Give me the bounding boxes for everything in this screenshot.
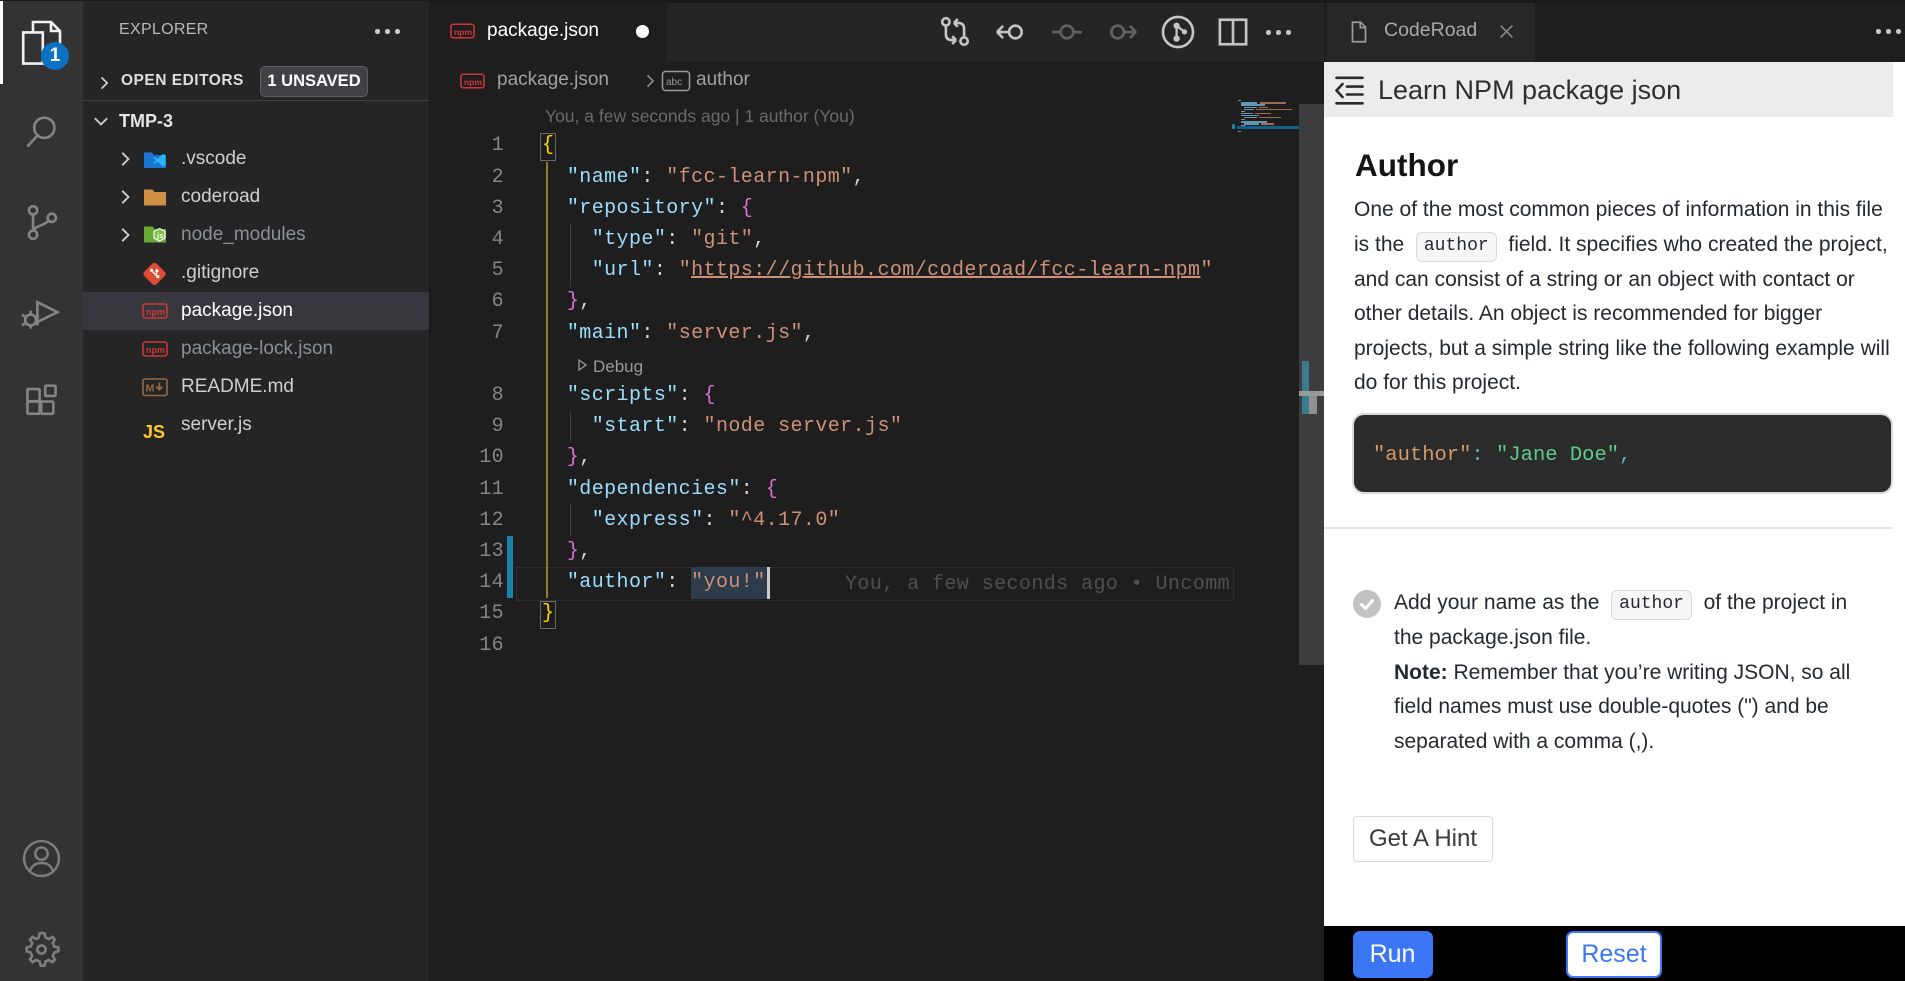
- svg-text:abc: abc: [666, 77, 682, 88]
- svg-text:npm: npm: [464, 77, 483, 87]
- svg-text:js: js: [156, 231, 163, 240]
- svg-text:npm: npm: [454, 27, 473, 37]
- svg-text:npm: npm: [146, 345, 165, 355]
- svg-text:npm: npm: [146, 307, 165, 317]
- svg-text:M: M: [146, 382, 155, 394]
